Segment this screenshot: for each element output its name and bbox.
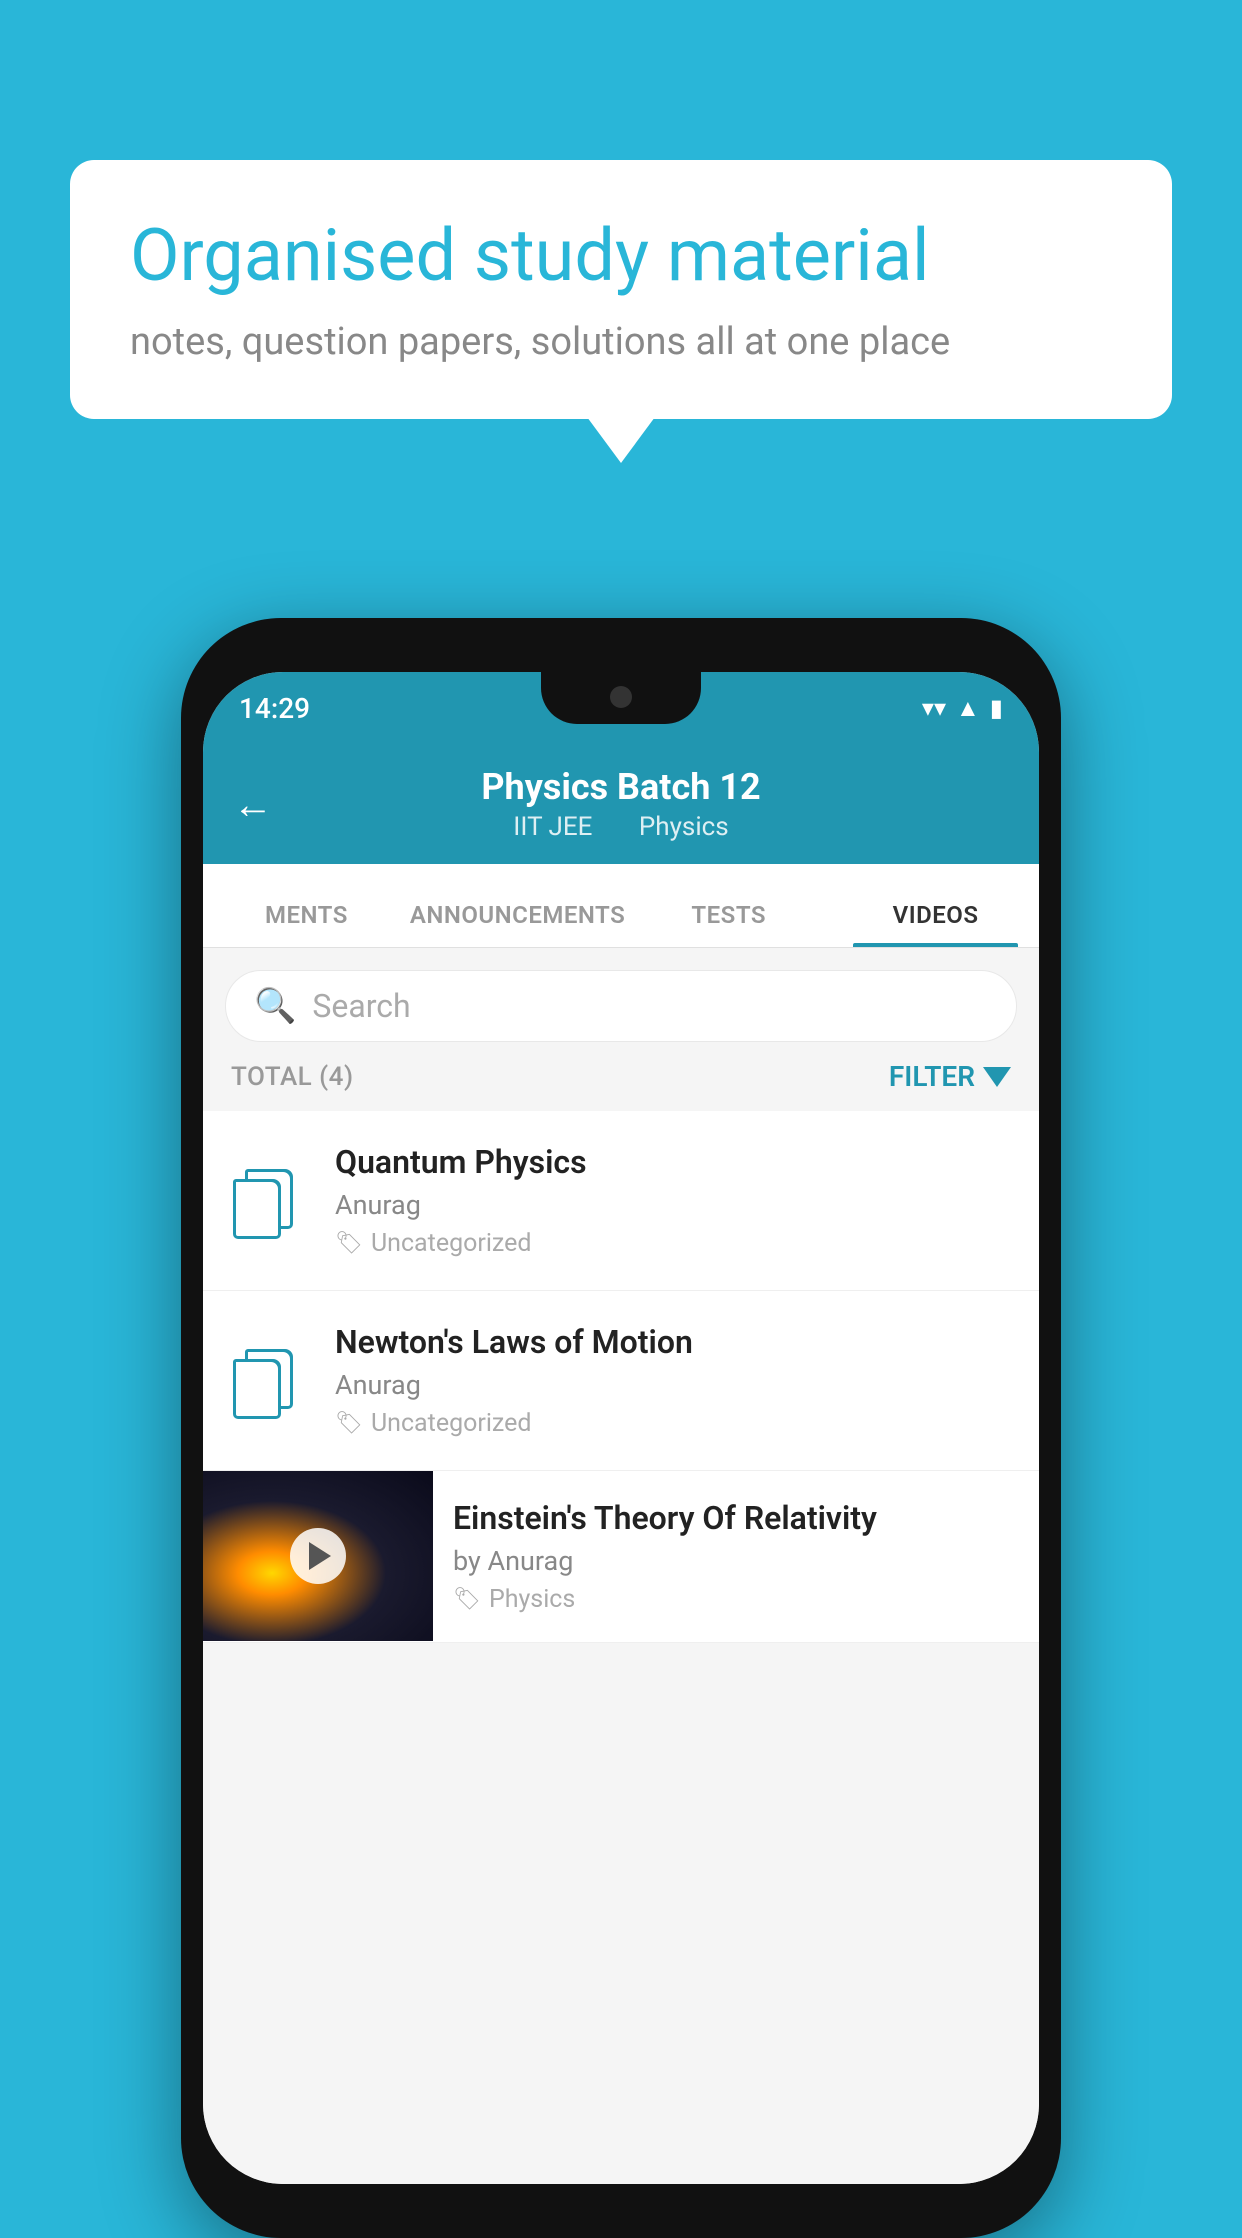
search-icon: 🔍 [254,986,296,1026]
header-subtitle: IIT JEE Physics [481,812,760,842]
battery-icon: ▮ [990,694,1003,722]
tag-label: Physics [489,1585,575,1614]
item-info: Einstein's Theory Of Relativity by Anura… [433,1471,1039,1642]
notch [541,672,701,724]
search-placeholder: Search [312,987,410,1025]
phone-screen: 14:29 ▾▾ ▲ ▮ ← Physics Batch 12 IIT JEE … [203,672,1039,2184]
bubble-subtitle: notes, question papers, solutions all at… [130,320,1112,364]
header-subtitle-physics: Physics [639,812,729,842]
file-front-icon [233,1359,281,1419]
tab-tests[interactable]: TESTS [625,901,832,947]
header-subtitle-iitjee: IIT JEE [513,812,592,842]
play-button[interactable] [290,1528,346,1584]
phone-frame: 14:29 ▾▾ ▲ ▮ ← Physics Batch 12 IIT JEE … [181,618,1061,2238]
status-icons: ▾▾ ▲ ▮ [922,694,1003,723]
item-author: Anurag [335,1189,1013,1221]
bubble-title: Organised study material [130,215,1112,298]
item-title: Quantum Physics [335,1143,1013,1181]
file-front-icon [233,1179,281,1239]
filter-button[interactable]: FILTER [889,1060,1011,1093]
item-info: Quantum Physics Anurag 🏷 Uncategorized [335,1143,1013,1258]
video-thumbnail [203,1471,433,1641]
item-tag: 🏷 Physics [453,1585,1019,1614]
tag-label: Uncategorized [371,1229,532,1258]
filter-row: TOTAL (4) FILTER [203,1042,1039,1111]
back-button[interactable]: ← [233,781,273,828]
search-bar[interactable]: 🔍 Search [225,970,1017,1042]
tag-icon: 🏷 [335,1411,363,1436]
item-tag: 🏷 Uncategorized [335,1229,1013,1258]
tab-videos[interactable]: VIDEOS [832,901,1039,947]
thumbnail-bg [203,1471,433,1641]
item-title: Newton's Laws of Motion [335,1323,1013,1361]
tag-icon: 🏷 [335,1231,363,1256]
item-author: by Anurag [453,1545,1019,1577]
play-icon [309,1542,331,1570]
header-title-block: Physics Batch 12 IIT JEE Physics [481,766,760,842]
folder-icon [229,1341,309,1421]
item-tag: 🏷 Uncategorized [335,1409,1013,1438]
list-item[interactable]: Einstein's Theory Of Relativity by Anura… [203,1471,1039,1643]
status-time: 14:29 [239,692,310,725]
signal-icon: ▲ [956,694,980,723]
content-area: 🔍 Search TOTAL (4) FILTER [203,948,1039,2184]
front-camera-icon [610,686,632,708]
tab-ments[interactable]: MENTS [203,901,410,947]
folder-icon [229,1161,309,1241]
tab-announcements[interactable]: ANNOUNCEMENTS [410,901,625,947]
filter-icon [983,1067,1011,1087]
header-title: Physics Batch 12 [481,766,760,808]
app-header: ← Physics Batch 12 IIT JEE Physics [203,744,1039,864]
total-label: TOTAL (4) [231,1062,354,1092]
two-files-icon [233,1165,305,1237]
speech-bubble: Organised study material notes, question… [70,160,1172,419]
item-author: Anurag [335,1369,1013,1401]
speech-bubble-container: Organised study material notes, question… [70,160,1172,419]
filter-label: FILTER [889,1060,975,1093]
video-list: Quantum Physics Anurag 🏷 Uncategorized [203,1111,1039,1643]
list-item[interactable]: Newton's Laws of Motion Anurag 🏷 Uncateg… [203,1291,1039,1471]
tab-bar: MENTS ANNOUNCEMENTS TESTS VIDEOS [203,864,1039,948]
two-files-icon [233,1345,305,1417]
tag-icon: 🏷 [453,1587,481,1612]
item-title: Einstein's Theory Of Relativity [453,1499,1019,1537]
tag-label: Uncategorized [371,1409,532,1438]
item-info: Newton's Laws of Motion Anurag 🏷 Uncateg… [335,1323,1013,1438]
wifi-icon: ▾▾ [922,694,946,722]
list-item[interactable]: Quantum Physics Anurag 🏷 Uncategorized [203,1111,1039,1291]
